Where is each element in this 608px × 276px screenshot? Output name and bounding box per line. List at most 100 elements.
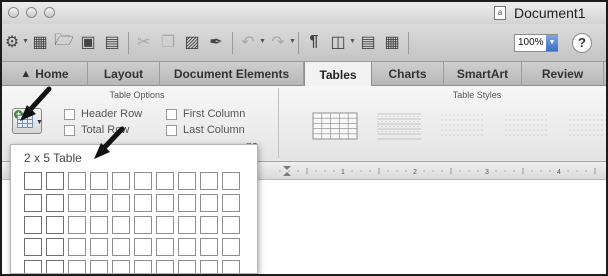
table-grid-cell[interactable]: [200, 194, 218, 212]
zoom-dropdown-arrow-icon[interactable]: ▼: [546, 35, 558, 51]
table-grid-cell[interactable]: [46, 172, 64, 190]
document-icon: a: [494, 6, 506, 20]
table-grid-cell[interactable]: [68, 194, 86, 212]
open-icon[interactable]: 🗁: [54, 32, 74, 52]
table-grid-cell[interactable]: [112, 260, 130, 273]
close-window-button[interactable]: [8, 7, 19, 18]
table-grid-cell[interactable]: [178, 194, 196, 212]
table-grid-cell[interactable]: [222, 216, 240, 234]
toolbar-divider: [232, 32, 233, 54]
table-grid-cell[interactable]: [200, 172, 218, 190]
first-column-checkbox[interactable]: [166, 108, 177, 120]
table-grid-cell[interactable]: [222, 238, 240, 256]
sidebar-caret-icon[interactable]: ▼: [349, 38, 356, 45]
table-grid-cell[interactable]: [90, 260, 108, 273]
undo-icon[interactable]: ↶: [238, 32, 258, 52]
table-grid-cell[interactable]: [90, 172, 108, 190]
undo-caret-icon[interactable]: ▼: [259, 38, 266, 45]
table-grid-cell[interactable]: [222, 260, 240, 273]
table-grid-cell[interactable]: [222, 172, 240, 190]
table-grid-cell[interactable]: [90, 238, 108, 256]
tab-label: Tables: [319, 67, 357, 82]
table-grid-cell[interactable]: [90, 216, 108, 234]
table-grid-cell[interactable]: [24, 260, 42, 273]
header-row-checkbox[interactable]: [64, 108, 75, 120]
first-column-option[interactable]: First Column: [166, 108, 245, 120]
table-grid-cell[interactable]: [112, 194, 130, 212]
table-grid-cell[interactable]: [112, 216, 130, 234]
tab-charts[interactable]: Charts: [372, 62, 444, 86]
table-grid-cell[interactable]: [112, 238, 130, 256]
insert-table-dropdown[interactable]: 2 x 5 Table: [10, 144, 258, 274]
table-grid-cell[interactable]: [134, 194, 152, 212]
table-style-light[interactable]: [438, 111, 488, 141]
table-grid-cell[interactable]: [200, 238, 218, 256]
table-grid-cell[interactable]: [68, 260, 86, 273]
save-icon[interactable]: ▣: [78, 32, 98, 52]
table-grid-cell[interactable]: [112, 172, 130, 190]
table-grid-cell[interactable]: [178, 216, 196, 234]
table-grid-cell[interactable]: [200, 216, 218, 234]
table-grid-cell[interactable]: [178, 238, 196, 256]
format-painter-icon[interactable]: ✒: [206, 32, 226, 52]
table-grid-cell[interactable]: [178, 172, 196, 190]
table-grid-cell[interactable]: [46, 238, 64, 256]
redo-caret-icon[interactable]: ▼: [289, 38, 296, 45]
table-style-light-2[interactable]: [502, 111, 552, 141]
last-column-option[interactable]: Last Column: [166, 124, 245, 136]
table-grid-cell[interactable]: [134, 260, 152, 273]
tab-home[interactable]: ▲ Home: [2, 62, 88, 86]
table-grid-cell[interactable]: [24, 194, 42, 212]
table-icon[interactable]: ▦: [382, 32, 402, 52]
sidebar-icon[interactable]: ◫: [328, 32, 348, 52]
table-style-light-3[interactable]: [566, 111, 606, 141]
table-grid-cell[interactable]: [90, 194, 108, 212]
table-grid-cell[interactable]: [178, 260, 196, 273]
table-grid-cell[interactable]: [68, 238, 86, 256]
table-grid-cell[interactable]: [46, 216, 64, 234]
table-grid-cell[interactable]: [68, 216, 86, 234]
table-grid-cell[interactable]: [134, 238, 152, 256]
cut-icon[interactable]: ✂: [134, 32, 154, 52]
word-window: a Document1 ⚙ ▼ ▦ 🗁 ▣ ▤ ✂ ❐ ▨ ✒ ↶ ▼ ↷ ▼ …: [2, 2, 606, 274]
table-grid-cell[interactable]: [156, 238, 174, 256]
header-row-option[interactable]: Header Row: [64, 108, 142, 120]
table-grid-cell[interactable]: [46, 194, 64, 212]
tab-smartart[interactable]: SmartArt: [444, 62, 522, 86]
gallery-icon[interactable]: ⚙: [2, 32, 22, 52]
copy-icon[interactable]: ❐: [158, 32, 178, 52]
table-grid-cell[interactable]: [24, 216, 42, 234]
table-style-plain[interactable]: [374, 111, 424, 141]
table-grid-cell[interactable]: [46, 260, 64, 273]
indent-marker-icon[interactable]: [283, 166, 291, 176]
table-grid-cell[interactable]: [222, 194, 240, 212]
tab-label: Document Elements: [173, 67, 290, 81]
redo-icon[interactable]: ↷: [268, 32, 288, 52]
media-icon[interactable]: ▤: [358, 32, 378, 52]
total-row-checkbox[interactable]: [64, 124, 75, 136]
tab-review[interactable]: Review: [522, 62, 604, 86]
tab-layout[interactable]: Layout: [88, 62, 160, 86]
last-column-checkbox[interactable]: [166, 124, 177, 136]
table-grid-cell[interactable]: [134, 216, 152, 234]
tab-tables[interactable]: Tables: [304, 62, 372, 87]
tab-document-elements[interactable]: Document Elements: [160, 62, 304, 86]
table-grid-cell[interactable]: [134, 172, 152, 190]
table-grid-cell[interactable]: [24, 238, 42, 256]
paste-icon[interactable]: ▨: [182, 32, 202, 52]
minimize-window-button[interactable]: [26, 7, 37, 18]
table-grid-cell[interactable]: [156, 172, 174, 190]
help-button[interactable]: ?: [572, 33, 592, 53]
table-grid-cell[interactable]: [156, 260, 174, 273]
table-grid-cell[interactable]: [156, 194, 174, 212]
pilcrow-icon[interactable]: ¶: [304, 32, 324, 52]
print-icon[interactable]: ▤: [102, 32, 122, 52]
templates-icon[interactable]: ▦: [30, 32, 50, 52]
table-grid-cell[interactable]: [68, 172, 86, 190]
table-grid-cell[interactable]: [156, 216, 174, 234]
table-grid-cell[interactable]: [200, 260, 218, 273]
table-grid-cell[interactable]: [24, 172, 42, 190]
zoom-window-button[interactable]: [44, 7, 55, 18]
gallery-caret-icon[interactable]: ▼: [22, 38, 29, 45]
table-style-grid[interactable]: [310, 111, 360, 141]
